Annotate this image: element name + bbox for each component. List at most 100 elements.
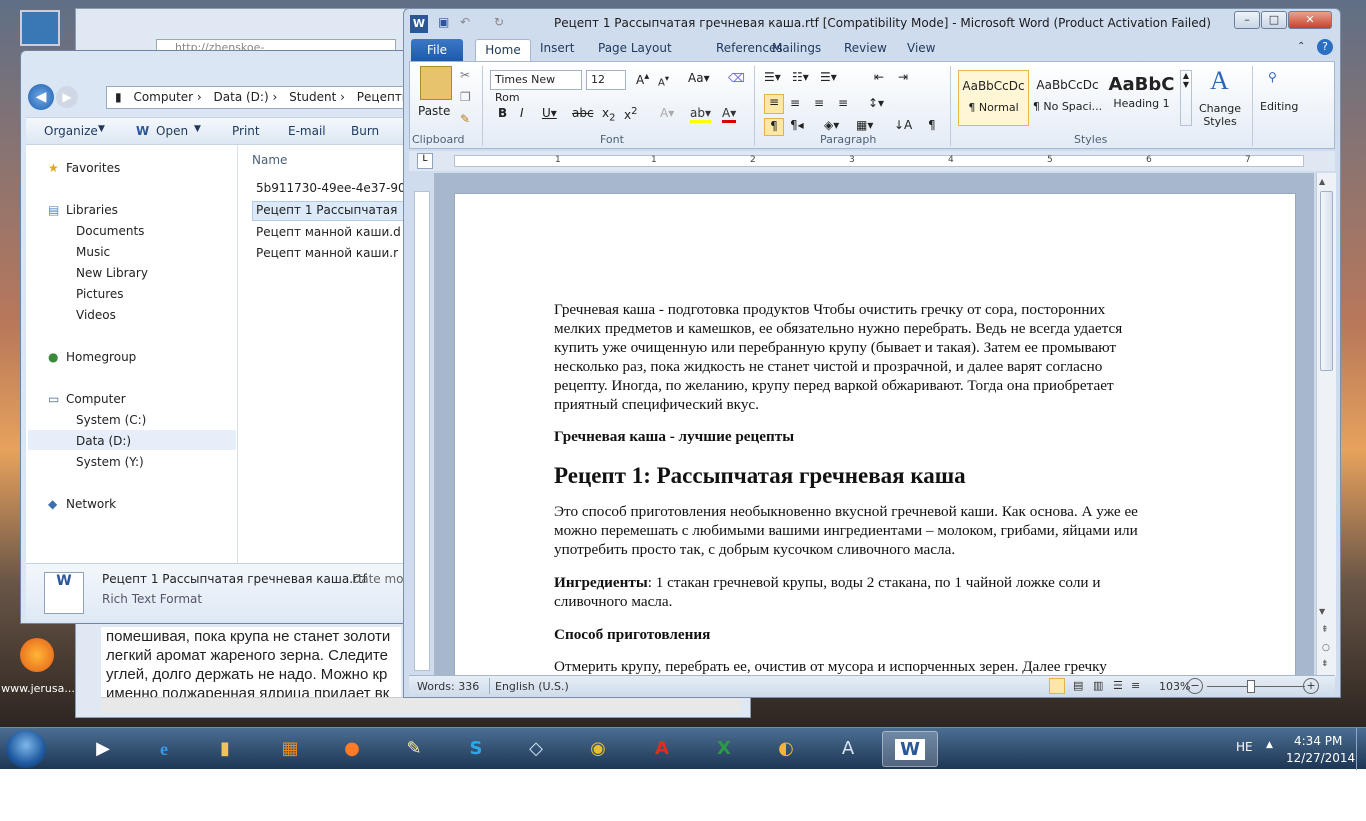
paragraph-2[interactable]: Это способ приготовления необыкновенно в… — [554, 502, 1204, 559]
document-page[interactable]: Гречневая каша - подготовка продуктов Чт… — [454, 193, 1296, 677]
underline-button[interactable]: U▾ — [542, 106, 557, 120]
zoom-level[interactable]: 103% — [1159, 680, 1190, 693]
chrome-icon[interactable]: ◉ — [570, 731, 626, 767]
font-color-icon[interactable]: A▾ — [722, 106, 737, 123]
maximize-button[interactable]: □ — [1261, 11, 1287, 29]
nav-videos[interactable]: Videos — [76, 308, 116, 322]
nav-drive-d[interactable]: Data (D:) — [76, 434, 131, 448]
name-column-header[interactable]: Name — [252, 153, 287, 167]
nav-network[interactable]: Network — [66, 497, 116, 511]
back-button[interactable]: ◀ — [28, 84, 54, 110]
language-bar[interactable]: НЕ — [1236, 740, 1253, 754]
style-normal[interactable]: AaBbCcDc ¶ Normal — [958, 70, 1029, 126]
redo-icon[interactable]: ↻ — [494, 15, 504, 29]
ingredients-paragraph[interactable]: Ингредиенты: 1 стакан гречневой крупы, в… — [554, 573, 1204, 611]
breadcrumb-item[interactable]: Computer — [133, 90, 193, 104]
heading-1[interactable]: Рецепт 1: Рассыпчатая гречневая каша — [554, 462, 1204, 490]
file-item[interactable]: Рецепт 1 Рассыпчатая — [256, 203, 397, 217]
change-styles-button[interactable]: Change Styles — [1196, 102, 1244, 128]
zoom-slider-track[interactable] — [1207, 686, 1305, 687]
browse-object-icon[interactable]: ○ — [1322, 643, 1330, 653]
cut-icon[interactable]: ✂ — [460, 68, 470, 82]
full-screen-icon[interactable]: ▤ — [1073, 679, 1083, 692]
shading-icon[interactable]: ◈▾ — [824, 118, 839, 132]
zoom-out-button[interactable]: − — [1187, 678, 1203, 694]
paragraph-1[interactable]: Гречневая каша - подготовка продуктов Чт… — [554, 300, 1204, 414]
email-button[interactable]: E-mail — [288, 124, 326, 138]
breadcrumb-item[interactable]: Student — [289, 90, 336, 104]
print-layout-icon[interactable] — [1049, 678, 1065, 694]
nav-new-library[interactable]: New Library — [76, 266, 148, 280]
notepad-icon[interactable]: ✎ — [386, 731, 442, 767]
media-center-icon[interactable]: ▶ — [75, 731, 131, 767]
style-no-spacing[interactable]: AaBbCcDc ¶ No Spaci... — [1032, 70, 1103, 126]
nav-drive-y[interactable]: System (Y:) — [76, 455, 144, 469]
tab-review[interactable]: Review — [844, 41, 887, 55]
document-icon[interactable]: ◇ — [508, 731, 564, 767]
borders-icon[interactable]: ▦▾ — [856, 118, 873, 132]
rtl-icon[interactable]: ¶◂ — [790, 118, 804, 132]
word-count[interactable]: Words: 336 — [417, 680, 479, 693]
organize-button[interactable]: Organize — [44, 124, 98, 138]
clipboard-icon[interactable] — [420, 66, 452, 100]
zoom-slider-thumb[interactable] — [1247, 680, 1255, 693]
word-taskbar-icon[interactable]: W — [882, 731, 938, 767]
file-explorer-icon[interactable]: ▮ — [197, 731, 253, 767]
vertical-ruler[interactable] — [414, 191, 430, 671]
scroll-thumb[interactable] — [1320, 191, 1333, 371]
align-left-button[interactable]: ≡ — [764, 94, 784, 114]
tab-view[interactable]: View — [907, 41, 935, 55]
increase-indent-icon[interactable]: ⇥ — [898, 70, 908, 84]
internet-explorer-icon[interactable]: e — [136, 731, 192, 767]
horizontal-scrollbar[interactable] — [101, 697, 741, 713]
font-size-box[interactable]: 12 — [586, 70, 626, 90]
subheading[interactable]: Гречневая каша - лучшие рецепты — [554, 427, 1204, 446]
bullets-icon[interactable]: ☰▾ — [764, 70, 781, 84]
paste-button[interactable]: Paste — [418, 104, 450, 118]
start-button[interactable] — [6, 730, 46, 768]
tab-insert[interactable]: Insert — [540, 41, 574, 55]
superscript-button[interactable]: x2 — [624, 106, 637, 122]
paragraph-3[interactable]: Отмерить крупу, перебрать ее, очистив от… — [554, 657, 1204, 676]
horizontal-ruler[interactable]: L 1 1 2 3 4 5 6 7 — [409, 151, 1335, 171]
tab-file[interactable]: File — [411, 39, 463, 61]
tab-selector[interactable]: L — [417, 153, 433, 169]
language-indicator[interactable]: English (U.S.) — [495, 680, 569, 693]
text-effects-icon[interactable]: A▾ — [660, 106, 674, 120]
file-item[interactable]: Рецепт манной каши.d — [256, 225, 401, 239]
style-heading-1[interactable]: AaBbC Heading 1 — [1106, 70, 1177, 126]
format-painter-icon[interactable]: ✎ — [460, 112, 470, 126]
nav-music[interactable]: Music — [76, 245, 110, 259]
undo-icon[interactable]: ↶ — [460, 15, 470, 29]
subscript-button[interactable]: x2 — [602, 106, 615, 123]
editing-button[interactable]: Editing — [1260, 100, 1298, 113]
forward-button[interactable]: ▶ — [56, 86, 78, 108]
draft-icon[interactable]: ≡ — [1131, 679, 1140, 692]
zoom-in-button[interactable]: + — [1303, 678, 1319, 694]
change-case-icon[interactable]: Aa▾ — [688, 71, 710, 85]
show-marks-icon[interactable]: ¶ — [928, 118, 936, 132]
align-center-button[interactable]: ≡ — [790, 96, 800, 110]
chevron-up-icon[interactable]: ⌃ — [1297, 41, 1305, 52]
outline-icon[interactable]: ☰ — [1113, 679, 1123, 692]
grow-font-icon[interactable]: A▴ — [636, 71, 649, 87]
prev-page-icon[interactable]: ⇞ — [1321, 625, 1329, 635]
skype-icon[interactable]: S — [448, 731, 504, 767]
method-heading[interactable]: Способ приготовления — [554, 625, 1204, 644]
open-button[interactable]: Open — [156, 124, 188, 138]
computer-desktop-icon[interactable] — [20, 10, 60, 46]
bold-button[interactable]: B — [498, 106, 507, 120]
excel-icon[interactable]: X — [696, 731, 752, 767]
copy-icon[interactable]: ❐ — [460, 90, 471, 104]
vertical-scrollbar[interactable]: ▲ ▼ ⇞ ○ ⇟ — [1316, 173, 1336, 677]
binoculars-icon[interactable]: ⚲ — [1268, 70, 1277, 84]
tab-page-layout[interactable]: Page Layout — [598, 41, 672, 55]
close-button[interactable]: ✕ — [1288, 11, 1332, 29]
firefox-desktop-icon[interactable] — [20, 638, 54, 672]
print-button[interactable]: Print — [232, 124, 260, 138]
nav-computer[interactable]: Computer — [66, 392, 126, 406]
font-name-box[interactable]: Times New Rom — [490, 70, 582, 104]
scroll-down-arrow[interactable]: ▼ — [1319, 607, 1325, 616]
breadcrumb-item[interactable]: Data (D:) — [214, 90, 269, 104]
shrink-font-icon[interactable]: A▾ — [658, 73, 669, 88]
